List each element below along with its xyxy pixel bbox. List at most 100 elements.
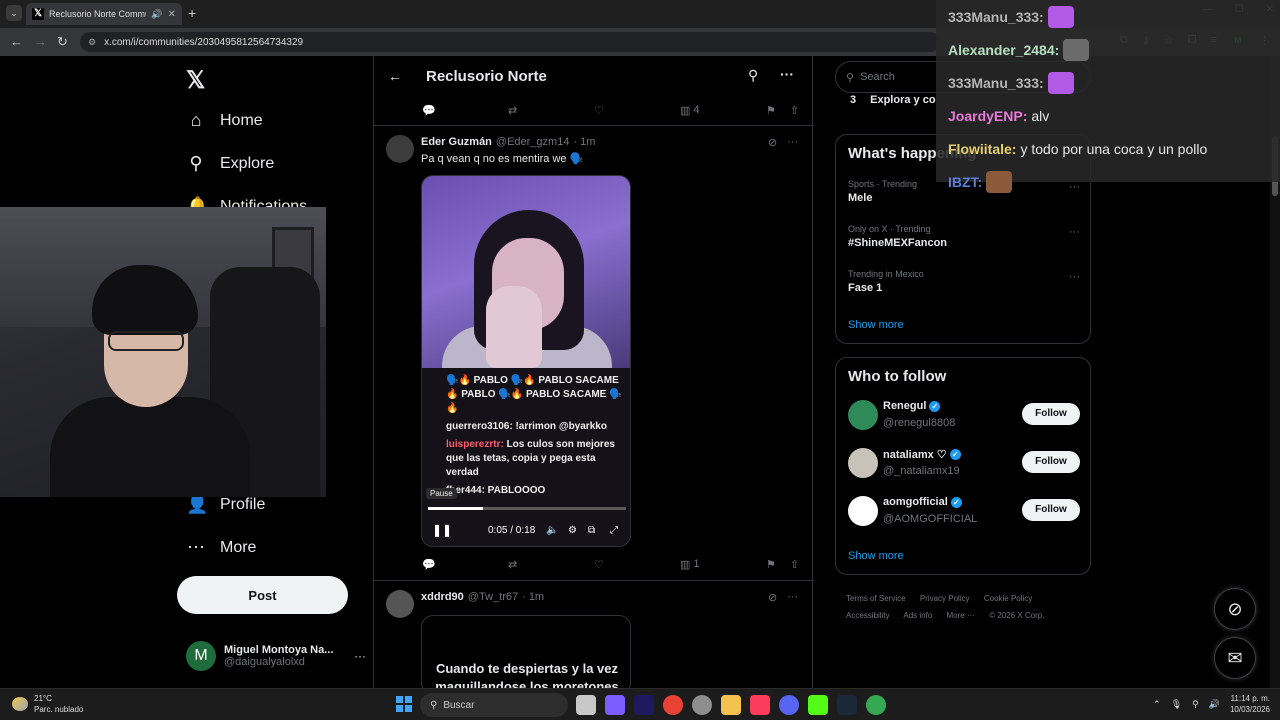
author-handle[interactable]: @Tw_tr67 (468, 591, 518, 603)
tweet-time[interactable]: · 1m (573, 136, 595, 148)
follow-button[interactable]: Follow (1022, 451, 1080, 473)
x-favicon-icon: 𝕏 (32, 8, 44, 20)
tab-close-icon[interactable]: ✕ (168, 9, 176, 20)
settings-icon[interactable] (692, 695, 712, 715)
weather-widget[interactable]: 21°C Parc. nublado (12, 693, 83, 715)
views-button[interactable]: ▥ 4 (680, 104, 700, 117)
settings-icon[interactable]: ⚙ (568, 525, 577, 536)
avatar[interactable] (386, 135, 414, 163)
nav-profile[interactable]: 👤 Profile (186, 494, 265, 515)
chrome-icon[interactable] (663, 695, 683, 715)
repost-icon[interactable]: ⇄ (508, 104, 517, 117)
bookmark-icon[interactable]: ⚑ (766, 104, 776, 117)
footer-link[interactable]: Privacy Policy (920, 594, 970, 603)
chrome-profile-icon[interactable] (866, 695, 886, 715)
pause-icon[interactable]: ❚❚ (432, 523, 452, 537)
new-tab-icon[interactable]: + (188, 5, 196, 21)
show-more-link[interactable]: Show more (848, 550, 904, 562)
task-view-icon[interactable] (576, 695, 596, 715)
trend-more-icon[interactable]: ··· (1069, 271, 1080, 283)
author-name[interactable]: xddrd90 (421, 591, 464, 603)
popout-icon[interactable]: ⧉ (588, 525, 595, 536)
windows-start-icon[interactable] (396, 696, 412, 712)
like-icon[interactable]: ♡ (594, 104, 604, 117)
follow-suggestion[interactable]: nataliamx ♡ ✓ @_nataliamx19 Follow (848, 446, 1080, 482)
tweet-more-icon[interactable]: ··· (787, 136, 798, 149)
kick-icon[interactable] (808, 695, 828, 715)
follow-button[interactable]: Follow (1022, 499, 1080, 521)
nav-home[interactable]: ⌂ Home (186, 110, 263, 131)
avatar[interactable] (386, 590, 414, 618)
video-progress-fill (428, 507, 484, 510)
more-options-icon[interactable]: ··· (780, 66, 794, 82)
video-chat-row: 🗣️🔥 PABLO 🗣️🔥 PABLO SACAME 🔥 PABLO 🗣️🔥 P… (446, 375, 622, 414)
search-icon[interactable]: ⚲ (748, 67, 758, 84)
tab-audio-icon[interactable]: 🔊 (151, 9, 162, 20)
share-icon[interactable]: ⇧ (790, 104, 799, 117)
tweet-more-icon[interactable]: ··· (787, 591, 798, 604)
steam-icon[interactable] (837, 695, 857, 715)
x-logo-icon[interactable]: 𝕏 (186, 66, 205, 95)
repost-icon[interactable]: ⇄ (508, 558, 517, 571)
like-icon[interactable]: ♡ (594, 558, 604, 571)
footer-link[interactable]: Accessibility (846, 611, 890, 620)
author-handle[interactable]: @Eder_gzm14 (496, 136, 570, 148)
share-icon[interactable]: ⇧ (790, 558, 799, 571)
explore-item[interactable]: 3 Explora y co (850, 94, 936, 106)
show-more-link[interactable]: Show more (848, 319, 904, 331)
bookmark-icon[interactable]: ⚑ (766, 558, 776, 571)
music-icon[interactable] (750, 695, 770, 715)
video-progress-bar[interactable] (428, 507, 626, 510)
reply-icon[interactable]: 💬 (422, 558, 436, 571)
taskbar-search[interactable]: ⚲ Buscar (420, 693, 568, 717)
views-button[interactable]: ▥ 1 (680, 558, 700, 571)
back-arrow-icon[interactable]: ← (10, 34, 23, 49)
trend-item[interactable]: Only on X · Trending #ShineMEXFancon ··· (848, 224, 1080, 249)
author-name[interactable]: Eder Guzmán (421, 136, 492, 148)
grok-icon[interactable]: ⊘ (768, 136, 777, 149)
fullscreen-icon[interactable]: ⤢ (610, 525, 618, 536)
tray-chevron-icon[interactable]: ⌃ (1153, 699, 1161, 710)
mic-icon[interactable]: 🎙 (1171, 699, 1182, 710)
trend-more-icon[interactable]: ··· (1069, 226, 1080, 238)
copilot-icon[interactable] (605, 695, 625, 715)
browser-tab-active[interactable]: 𝕏 Reclusorio Norte Commun 🔊 ✕ (26, 3, 182, 25)
nav-explore[interactable]: ⚲ Explore (186, 153, 274, 174)
nav-more[interactable]: ⋯ More (186, 537, 256, 558)
volume-icon[interactable]: 🔊 (1209, 699, 1220, 710)
follow-name: nataliamx ♡ (883, 449, 947, 461)
premiere-icon[interactable] (634, 695, 654, 715)
footer-link[interactable]: Ads info (903, 611, 932, 620)
footer-link[interactable]: Terms of Service (846, 594, 906, 603)
follow-name: aomgofficial (883, 496, 948, 508)
follow-button[interactable]: Follow (1022, 403, 1080, 425)
address-bar[interactable]: ⚙ x.com/i/communities/203049581256473432… (80, 32, 940, 52)
trend-item[interactable]: Trending in Mexico Fase 1 ··· (848, 269, 1080, 294)
nav-more-label: More (220, 538, 257, 556)
volume-icon[interactable]: 🔈 (546, 525, 558, 536)
search-icon: ⚲ (430, 699, 438, 711)
clock[interactable]: 11:14 p. m. 10/03/2026 (1230, 693, 1270, 715)
account-switcher[interactable]: M Miguel Montoya Na... @daigualyalolxd ·… (186, 638, 366, 674)
reply-icon[interactable]: 💬 (422, 104, 436, 117)
messages-icon[interactable]: ✉ (1214, 637, 1256, 679)
follow-suggestion[interactable]: Renegul ✓ @renegul8808 Follow (848, 398, 1080, 434)
tab-search-menu-icon[interactable]: ⌄ (6, 5, 22, 21)
discord-icon[interactable] (779, 695, 799, 715)
site-info-icon[interactable]: ⚙ (88, 37, 96, 48)
video-player[interactable]: 🗣️🔥 PABLO 🗣️🔥 PABLO SACAME 🔥 PABLO 🗣️🔥 P… (421, 175, 631, 547)
post-button[interactable]: Post (177, 576, 348, 614)
media-card[interactable]: Cuando te despiertas y la vez maquilland… (421, 615, 631, 688)
reload-icon[interactable]: ↻ (57, 34, 68, 50)
grok-icon[interactable]: ⊘ (1214, 588, 1256, 630)
account-more-icon[interactable]: ··· (354, 649, 366, 663)
forward-arrow-icon[interactable]: → (34, 34, 47, 49)
footer-link[interactable]: Cookie Policy (984, 594, 1032, 603)
grok-icon[interactable]: ⊘ (768, 591, 777, 604)
footer-link[interactable]: More ··· (947, 611, 975, 620)
tweet-time[interactable]: · 1m (522, 591, 544, 603)
back-arrow-icon[interactable]: ← (388, 68, 402, 84)
network-icon[interactable]: ⚲ (1192, 699, 1199, 710)
file-explorer-icon[interactable] (721, 695, 741, 715)
follow-suggestion[interactable]: aomgofficial ✓ @AOMGOFFICIAL Follow (848, 494, 1080, 530)
